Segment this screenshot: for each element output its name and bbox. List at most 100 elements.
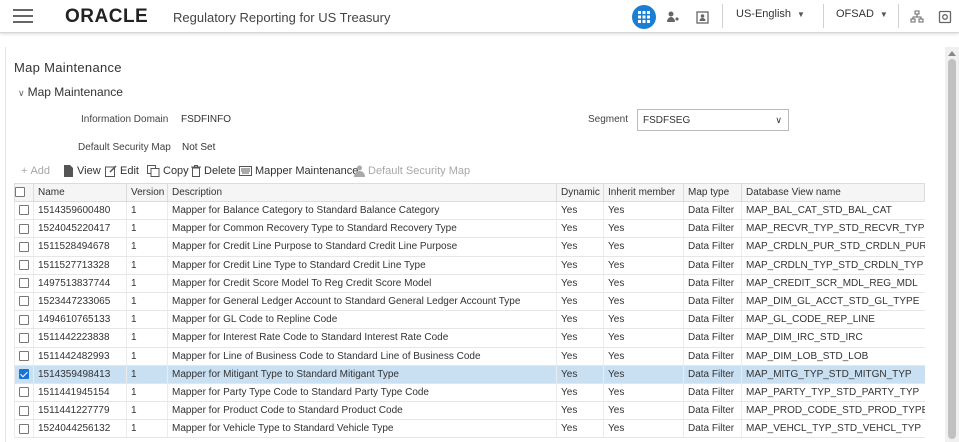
information-domain-label: Information Domain bbox=[81, 114, 169, 125]
row-checkbox[interactable] bbox=[19, 296, 29, 307]
cell-database-view-name: MAP_VEHCL_TYP_STD_VEHCL_TYP bbox=[741, 419, 925, 439]
cell-inherit-member: Yes bbox=[603, 237, 684, 257]
cell-inherit-member: Yes bbox=[603, 365, 684, 384]
cell-database-view-name: MAP_DIM_IRC_STD_IRC bbox=[741, 328, 925, 348]
table-row[interactable]: 1524045220417 1 Mapper for Common Recovery… bbox=[14, 219, 925, 239]
cell-name: 1511441945154 bbox=[33, 383, 127, 403]
hierarchy-icon[interactable] bbox=[906, 6, 928, 28]
mapper-maintenance-button[interactable]: Mapper Maintenance bbox=[239, 163, 358, 179]
cell-description: Mapper for Line of Business Code to Stan… bbox=[167, 347, 557, 366]
cell-dynamic: Yes bbox=[556, 419, 604, 439]
view-button[interactable]: View bbox=[63, 163, 101, 179]
vertical-scrollbar[interactable] bbox=[945, 47, 959, 442]
table-row[interactable]: 1514359600480 1 Mapper for Balance Categor… bbox=[14, 201, 925, 221]
cell-name: 1511441227779 bbox=[33, 401, 127, 421]
cell-database-view-name: MAP_DIM_GL_ACCT_STD_GL_TYPE bbox=[741, 292, 925, 312]
cell-name: 1514359498413 bbox=[33, 365, 127, 384]
row-select-cell bbox=[14, 256, 34, 275]
apps-grid-icon[interactable] bbox=[632, 5, 656, 29]
cell-description: Mapper for Interest Rate Code to Standar… bbox=[167, 328, 557, 348]
cell-database-view-name: MAP_RECVR_TYP_STD_RECVR_TYP bbox=[741, 219, 925, 239]
row-checkbox[interactable] bbox=[19, 314, 29, 325]
cell-description: Mapper for Credit Line Purpose to Standa… bbox=[167, 237, 557, 257]
cell-version: 1 bbox=[126, 347, 168, 366]
cell-dynamic: Yes bbox=[556, 365, 604, 384]
cell-inherit-member: Yes bbox=[603, 347, 684, 366]
table-row[interactable]: 1494610765133 1 Mapper for GL Code to Repl… bbox=[14, 310, 925, 330]
settings-window-icon[interactable] bbox=[934, 6, 956, 28]
add-button[interactable]: + Add bbox=[21, 163, 50, 179]
cell-description: Mapper for Credit Score Model To Reg Cre… bbox=[167, 274, 557, 293]
cell-inherit-member: Yes bbox=[603, 328, 684, 348]
row-checkbox[interactable] bbox=[19, 205, 29, 216]
row-checkbox[interactable] bbox=[19, 423, 29, 434]
section-title: Map Maintenance bbox=[27, 85, 123, 99]
cell-description: Mapper for Balance Category to Standard … bbox=[167, 201, 557, 221]
cell-inherit-member: Yes bbox=[603, 256, 684, 275]
table-row[interactable]: 1514359498413 1 Mapper for Mitigant Type t… bbox=[14, 365, 925, 384]
column-header-database-view-name[interactable]: Database View name bbox=[741, 183, 925, 202]
row-checkbox[interactable] bbox=[19, 405, 29, 416]
default-security-map-value: Not Set bbox=[182, 142, 216, 153]
row-checkbox[interactable] bbox=[19, 369, 29, 380]
page-title: Map Maintenance bbox=[14, 60, 122, 75]
copy-button[interactable]: Copy bbox=[147, 163, 189, 179]
row-checkbox[interactable] bbox=[19, 387, 29, 398]
cell-dynamic: Yes bbox=[556, 328, 604, 348]
cell-description: Mapper for GL Code to Repline Code bbox=[167, 310, 557, 330]
hamburger-menu-icon[interactable] bbox=[13, 9, 33, 23]
scroll-up-arrow-icon[interactable] bbox=[948, 51, 956, 56]
header-separator bbox=[823, 4, 824, 28]
table-row[interactable]: 1511441945154 1 Mapper for Party Type Code… bbox=[14, 383, 925, 403]
row-checkbox[interactable] bbox=[19, 260, 29, 271]
row-select-cell bbox=[14, 383, 34, 403]
cell-map-type: Data Filter bbox=[683, 328, 742, 348]
row-checkbox[interactable] bbox=[19, 223, 29, 234]
default-security-map-button[interactable]: Default Security Map bbox=[354, 163, 470, 179]
cell-map-type: Data Filter bbox=[683, 347, 742, 366]
table-row[interactable]: 1497513837744 1 Mapper for Credit Score Mo… bbox=[14, 274, 925, 293]
table-row[interactable]: 1511527713328 1 Mapper for Credit Line Typ… bbox=[14, 256, 925, 275]
cell-database-view-name: MAP_PARTY_TYP_STD_PARTY_TYP bbox=[741, 383, 925, 403]
main-content: Map Maintenance ∨ Map Maintenance Informa… bbox=[5, 47, 945, 442]
cell-map-type: Data Filter bbox=[683, 237, 742, 257]
app-title: Regulatory Reporting for US Treasury bbox=[173, 10, 391, 25]
section-toggle-map-maintenance[interactable]: ∨ Map Maintenance bbox=[18, 85, 123, 99]
keyboard-icon bbox=[239, 166, 252, 176]
cell-name: 1497513837744 bbox=[33, 274, 127, 293]
users-admin-icon[interactable] bbox=[662, 6, 684, 28]
row-checkbox[interactable] bbox=[19, 350, 29, 361]
row-checkbox[interactable] bbox=[19, 241, 29, 252]
user-dropdown[interactable]: OFSAD ▼ bbox=[836, 8, 888, 20]
cell-description: Mapper for Party Type Code to Standard P… bbox=[167, 383, 557, 403]
column-header-dynamic[interactable]: Dynamic bbox=[556, 183, 604, 202]
cell-dynamic: Yes bbox=[556, 237, 604, 257]
segment-select[interactable]: FSDFSEG ∨ bbox=[637, 109, 789, 131]
column-header-description[interactable]: Description bbox=[167, 183, 557, 202]
cell-inherit-member: Yes bbox=[603, 310, 684, 330]
column-header-version[interactable]: Version bbox=[126, 183, 168, 202]
profile-card-icon[interactable] bbox=[691, 6, 713, 28]
language-dropdown[interactable]: US-English ▼ bbox=[736, 8, 805, 20]
cell-database-view-name: MAP_CREDIT_SCR_MDL_REG_MDL bbox=[741, 274, 925, 293]
table-row[interactable]: 1524044256132 1 Mapper for Vehicle Type to… bbox=[14, 419, 925, 439]
map-table: Name Version Description Dynamic Inherit… bbox=[14, 183, 925, 439]
row-checkbox[interactable] bbox=[19, 278, 29, 289]
row-checkbox[interactable] bbox=[19, 332, 29, 343]
column-header-map-type[interactable]: Map type bbox=[683, 183, 742, 202]
row-select-cell bbox=[14, 328, 34, 348]
table-row[interactable]: 1511442482993 1 Mapper for Line of Busines… bbox=[14, 347, 925, 366]
cell-map-type: Data Filter bbox=[683, 201, 742, 221]
column-header-name[interactable]: Name bbox=[33, 183, 127, 202]
table-row[interactable]: 1511442223838 1 Mapper for Interest Rate C… bbox=[14, 328, 925, 348]
select-all-checkbox[interactable] bbox=[15, 187, 25, 198]
document-view-icon bbox=[64, 165, 73, 177]
scrollbar-thumb[interactable] bbox=[948, 59, 956, 439]
table-row[interactable]: 1523447233065 1 Mapper for General Ledger … bbox=[14, 292, 925, 312]
table-row[interactable]: 1511441227779 1 Mapper for Product Code to… bbox=[14, 401, 925, 421]
cell-inherit-member: Yes bbox=[603, 219, 684, 239]
table-row[interactable]: 1511528494678 1 Mapper for Credit Line Pur… bbox=[14, 237, 925, 257]
column-header-inherit-member[interactable]: Inherit member bbox=[603, 183, 684, 202]
delete-button[interactable]: Delete bbox=[191, 163, 236, 179]
edit-button[interactable]: Edit bbox=[105, 163, 139, 179]
